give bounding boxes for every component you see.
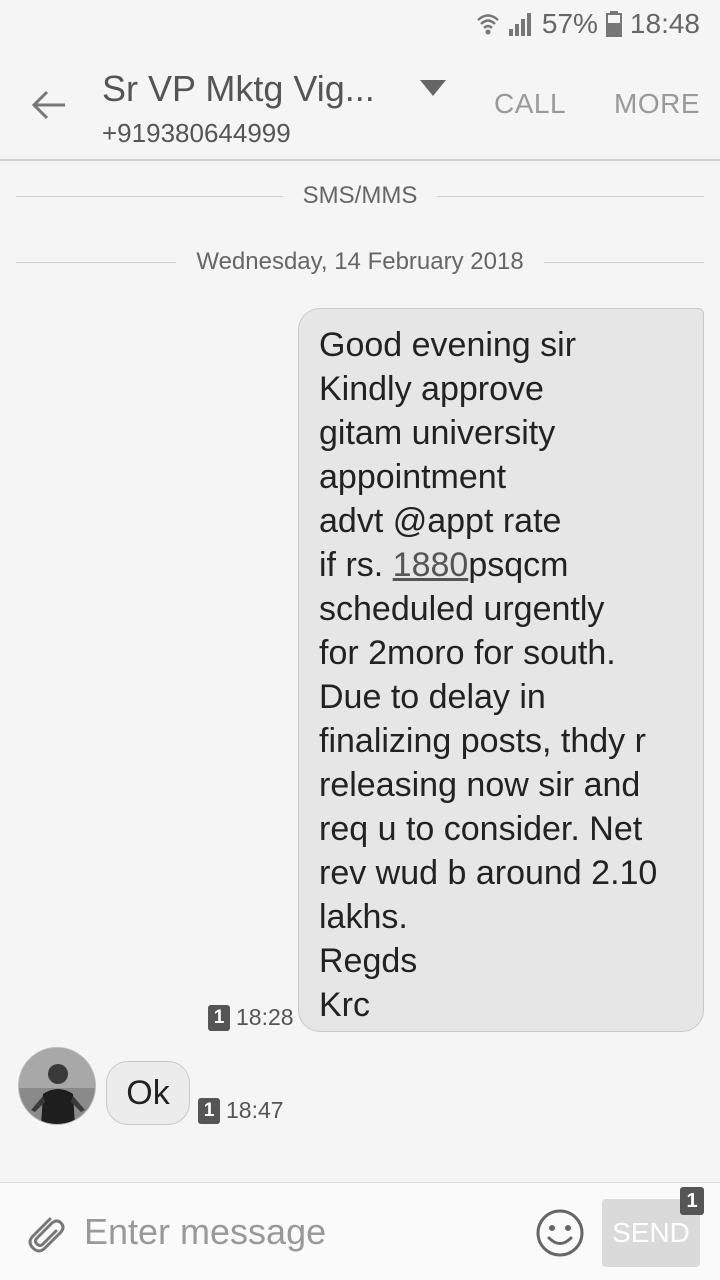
sim-badge: 1 bbox=[198, 1097, 220, 1124]
conversation-header: Sr VP Mktg Vig... +919380644999 CALL MOR… bbox=[0, 50, 720, 161]
message-line: Good evening sir bbox=[319, 326, 577, 364]
sim-badge: 1 bbox=[680, 1187, 704, 1215]
emoji-button[interactable] bbox=[534, 1207, 586, 1259]
received-message-bubble[interactable]: Ok bbox=[106, 1061, 190, 1125]
message-text: Ok bbox=[126, 1073, 170, 1112]
message-text: if rs. bbox=[319, 546, 393, 584]
message-line: Regds bbox=[319, 942, 418, 980]
message-line: scheduled urgently bbox=[319, 590, 605, 628]
date-label: Wednesday, 14 February 2018 bbox=[196, 248, 524, 275]
status-icons: 57% 18:48 bbox=[476, 6, 700, 42]
message-time: 18:47 bbox=[226, 1097, 284, 1123]
call-button[interactable]: CALL bbox=[494, 88, 566, 120]
channel-label: SMS/MMS bbox=[302, 182, 418, 209]
contact-number: +919380644999 bbox=[102, 118, 291, 148]
message-line: lakhs. bbox=[319, 898, 408, 936]
date-divider: Wednesday, 14 February 2018 bbox=[16, 248, 705, 276]
paperclip-icon bbox=[28, 1217, 65, 1253]
battery-icon bbox=[605, 11, 622, 37]
phone-number-link[interactable]: 1880 bbox=[393, 546, 469, 584]
sent-message-meta: 1 18:28 bbox=[208, 1004, 294, 1031]
battery-percent: 57% bbox=[541, 8, 598, 39]
back-button[interactable] bbox=[24, 80, 74, 130]
message-line: finalizing posts, thdy r bbox=[319, 722, 646, 760]
dropdown-triangle-icon[interactable] bbox=[418, 78, 448, 98]
back-arrow-icon bbox=[31, 90, 65, 120]
avatar[interactable] bbox=[18, 1047, 96, 1125]
emoji-icon bbox=[536, 1209, 584, 1257]
message-time: 18:28 bbox=[236, 1004, 294, 1030]
sim-badge: 1 bbox=[208, 1004, 230, 1031]
message-line: if rs. 1880psqcm bbox=[319, 543, 693, 587]
attach-button[interactable] bbox=[20, 1207, 70, 1257]
contact-name[interactable]: Sr VP Mktg Vig... bbox=[102, 68, 375, 110]
message-line: appointment bbox=[319, 458, 507, 496]
composer: SEND 1 bbox=[0, 1182, 720, 1280]
received-message-meta: 1 18:47 bbox=[198, 1097, 284, 1124]
sent-message-bubble[interactable]: Good evening sir Kindly approve gitam un… bbox=[298, 308, 704, 1032]
signal-icon bbox=[508, 11, 534, 37]
message-line: rev wud b around 2.10 bbox=[319, 854, 658, 892]
message-line: advt @appt rate bbox=[319, 502, 562, 540]
message-text: psqcm bbox=[468, 546, 569, 584]
status-bar: 57% 18:48 bbox=[0, 0, 720, 50]
message-input[interactable] bbox=[84, 1207, 504, 1257]
message-line: Krc bbox=[319, 986, 370, 1024]
message-line: req u to consider. Net bbox=[319, 810, 643, 848]
clock: 18:48 bbox=[629, 8, 700, 39]
wifi-icon bbox=[476, 11, 500, 37]
message-line: Kindly approve bbox=[319, 370, 544, 408]
message-line: gitam university bbox=[319, 414, 556, 452]
message-line: for 2moro for south. bbox=[319, 634, 616, 672]
channel-divider: SMS/MMS bbox=[16, 182, 705, 210]
message-line: Due to delay in bbox=[319, 678, 546, 716]
more-button[interactable]: MORE bbox=[614, 88, 700, 120]
message-line: releasing now sir and bbox=[319, 766, 641, 804]
